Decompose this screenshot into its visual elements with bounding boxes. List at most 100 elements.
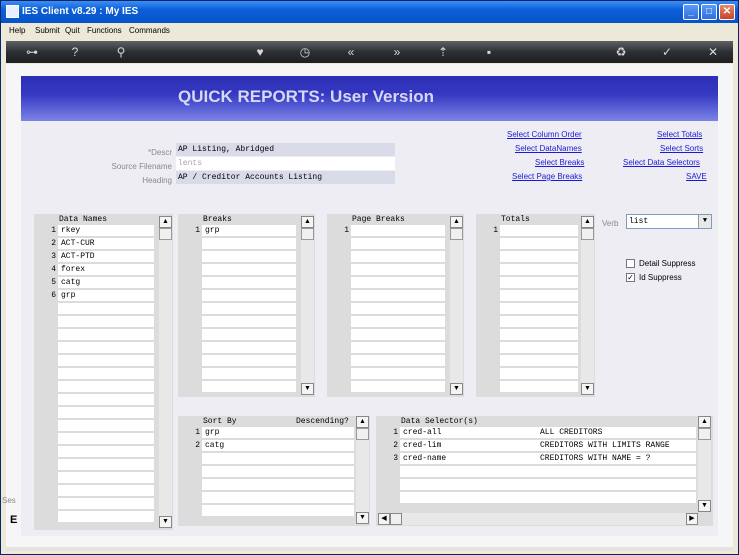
select-column-order-link[interactable]: Select Column Order (507, 130, 582, 139)
scroll-up-icon[interactable]: ▲ (698, 416, 711, 428)
scroll-up-icon[interactable]: ▲ (356, 416, 369, 428)
list-row[interactable] (351, 316, 445, 327)
list-row[interactable] (202, 368, 296, 379)
scroll-down-icon[interactable]: ▼ (301, 383, 314, 395)
list-row[interactable] (500, 355, 578, 366)
clock-icon[interactable]: ◷ (296, 44, 314, 60)
list-row[interactable] (58, 394, 154, 405)
list-row[interactable] (58, 485, 154, 496)
list-row[interactable] (58, 342, 154, 353)
scroll-thumb[interactable] (159, 228, 172, 240)
scroll-down-icon[interactable]: ▼ (159, 516, 172, 528)
list-row[interactable] (400, 479, 696, 490)
list-row[interactable] (351, 342, 445, 353)
scroll-down-icon[interactable]: ▼ (698, 500, 711, 512)
list-row[interactable] (202, 342, 296, 353)
list-row[interactable] (400, 466, 696, 477)
list-row[interactable] (351, 290, 445, 301)
list-row[interactable] (351, 264, 445, 275)
list-row[interactable] (351, 238, 445, 249)
menu-help[interactable]: Help (9, 26, 25, 35)
list-row[interactable] (58, 381, 154, 392)
scroll-up-icon[interactable]: ▲ (450, 216, 463, 228)
save-link[interactable]: SAVE (686, 172, 707, 181)
list-row[interactable] (202, 505, 354, 516)
list-row[interactable] (58, 498, 154, 509)
list-row[interactable] (351, 251, 445, 262)
list-row[interactable] (58, 316, 154, 327)
help-icon[interactable]: ? (66, 44, 84, 60)
list-row[interactable] (202, 453, 354, 464)
list-row[interactable] (58, 329, 154, 340)
menu-submit[interactable]: Submit (35, 26, 60, 35)
scroll-thumb[interactable] (581, 228, 594, 240)
list-row[interactable]: cred-all ALL CREDITORS (400, 427, 696, 438)
list-row[interactable] (202, 251, 296, 262)
list-row[interactable]: cred-lim CREDITORS WITH LIMITS RANGE (400, 440, 696, 451)
list-row[interactable] (58, 407, 154, 418)
menu-functions[interactable]: Functions (87, 26, 122, 35)
select-page-breaks-link[interactable]: Select Page Breaks (512, 172, 582, 181)
list-row[interactable] (58, 511, 154, 522)
select-data-selectors-link[interactable]: Select Data Selectors (623, 158, 700, 167)
list-row[interactable] (202, 290, 296, 301)
heading-field[interactable]: AP / Creditor Accounts Listing (176, 171, 395, 184)
search-icon[interactable]: ⚲ (112, 44, 130, 60)
scroll-up-icon[interactable]: ▲ (581, 216, 594, 228)
key-icon[interactable]: ⊶ (20, 44, 44, 60)
list-row[interactable] (351, 355, 445, 366)
scroll-down-icon[interactable]: ▼ (581, 383, 594, 395)
list-row[interactable] (500, 342, 578, 353)
heart-icon[interactable]: ♥ (251, 44, 269, 60)
scroll-thumb[interactable] (450, 228, 463, 240)
list-row[interactable] (202, 479, 354, 490)
list-row[interactable] (351, 303, 445, 314)
list-row[interactable] (58, 446, 154, 457)
list-row[interactable] (500, 303, 578, 314)
list-row[interactable] (58, 368, 154, 379)
data-names-scrollbar[interactable]: ▲ ▼ (159, 216, 172, 528)
list-row[interactable] (351, 381, 445, 392)
list-row[interactable]: grp (202, 427, 354, 438)
detail-suppress-checkbox[interactable] (626, 259, 635, 268)
list-row[interactable] (202, 492, 354, 503)
list-row[interactable] (202, 264, 296, 275)
scroll-right-icon[interactable]: ▶ (686, 513, 698, 525)
list-row[interactable]: ACT-PTD (58, 251, 154, 262)
list-row[interactable] (58, 433, 154, 444)
select-breaks-link[interactable]: Select Breaks (535, 158, 584, 167)
stop-icon[interactable]: ▪ (480, 44, 498, 60)
list-row[interactable] (202, 238, 296, 249)
list-row[interactable] (500, 316, 578, 327)
list-row[interactable] (58, 355, 154, 366)
select-sorts-link[interactable]: Select Sorts (660, 144, 703, 153)
menu-quit[interactable]: Quit (65, 26, 80, 35)
list-row[interactable] (500, 225, 578, 236)
scroll-up-icon[interactable]: ▲ (159, 216, 172, 228)
list-row[interactable] (58, 303, 154, 314)
list-row[interactable] (400, 492, 696, 503)
check-icon[interactable]: ✓ (658, 44, 676, 60)
scroll-thumb[interactable] (698, 428, 711, 440)
list-row[interactable] (500, 329, 578, 340)
list-row[interactable] (500, 368, 578, 379)
menu-commands[interactable]: Commands (129, 26, 170, 35)
select-totals-link[interactable]: Select Totals (657, 130, 702, 139)
list-row[interactable]: grp (202, 225, 296, 236)
list-row[interactable] (351, 277, 445, 288)
list-row[interactable]: cred-name CREDITORS WITH NAME = ? (400, 453, 696, 464)
list-row[interactable] (58, 472, 154, 483)
maximize-button[interactable]: □ (701, 4, 717, 20)
list-row[interactable] (58, 420, 154, 431)
list-row[interactable] (500, 381, 578, 392)
select-datanames-link[interactable]: Select DataNames (515, 144, 582, 153)
list-row[interactable]: grp (58, 290, 154, 301)
descr-field[interactable]: AP Listing, Abridged (176, 143, 395, 156)
id-suppress-checkbox[interactable]: ✓ (626, 273, 635, 282)
data-selectors-scrollbar[interactable]: ▲ ▼ (698, 416, 711, 512)
list-row[interactable] (500, 290, 578, 301)
close-icon[interactable]: ✕ (704, 44, 722, 60)
title-bar[interactable]: IES Client v8.29 : My IES _ □ ✕ (1, 1, 738, 23)
list-row[interactable] (500, 238, 578, 249)
list-row[interactable] (202, 329, 296, 340)
